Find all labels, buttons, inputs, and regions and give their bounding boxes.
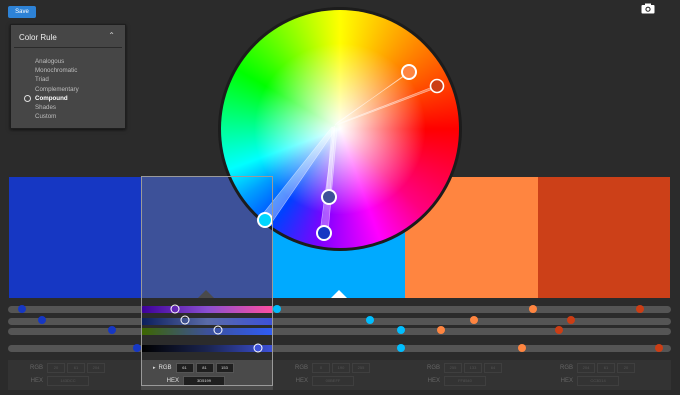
slider-knob: [567, 316, 575, 324]
slider-knob: [366, 316, 374, 324]
slider-knob: [636, 305, 644, 313]
green-input[interactable]: 133: [464, 363, 482, 373]
hex-input[interactable]: FF8540: [444, 376, 486, 386]
hex-input[interactable]: 143DCC: [47, 376, 89, 386]
slider-knob: [555, 326, 563, 334]
blue-input[interactable]: 204: [87, 363, 105, 373]
slider-knob: [470, 316, 478, 324]
red-input[interactable]: 20: [47, 363, 65, 373]
green-input[interactable]: 61: [67, 363, 85, 373]
slider-knob: [397, 344, 405, 352]
slider-knob: [273, 305, 281, 313]
blue-input[interactable]: 64: [484, 363, 502, 373]
color-values-bar: RGB 20 61 204 HEX 143DCC ▸ RGB 61 81 153 HEX 3D51…: [8, 360, 671, 390]
color-values-4: RGB 255 133 64 HEX FF8540: [420, 360, 538, 390]
slider-knob: [397, 326, 405, 334]
hex-input[interactable]: CC3D14: [577, 376, 619, 386]
slider-knob: [529, 305, 537, 313]
slider-knobs: [18, 304, 663, 353]
red-input[interactable]: 204: [577, 363, 595, 373]
slider-knob: [655, 344, 663, 352]
slider-knob: [18, 305, 26, 313]
color-values-1: RGB 20 61 204 HEX 143DCC: [23, 360, 141, 390]
slider-knob: [108, 326, 116, 334]
green-input[interactable]: 190: [332, 363, 350, 373]
red-input[interactable]: 0: [312, 363, 330, 373]
slider-knob: [437, 326, 445, 334]
green-input[interactable]: 61: [597, 363, 615, 373]
selected-swatch-frame: [141, 176, 273, 386]
blue-input[interactable]: 20: [617, 363, 635, 373]
color-values-5: RGB 204 61 20 HEX CC3D14: [553, 360, 671, 390]
slider-knob: [133, 344, 141, 352]
red-input[interactable]: 255: [444, 363, 462, 373]
hex-input[interactable]: 00BEFF: [312, 376, 354, 386]
blue-input[interactable]: 255: [352, 363, 370, 373]
color-values-3: RGB 0 190 255 HEX 00BEFF: [288, 360, 406, 390]
slider-knob: [38, 316, 46, 324]
slider-knob: [518, 344, 526, 352]
